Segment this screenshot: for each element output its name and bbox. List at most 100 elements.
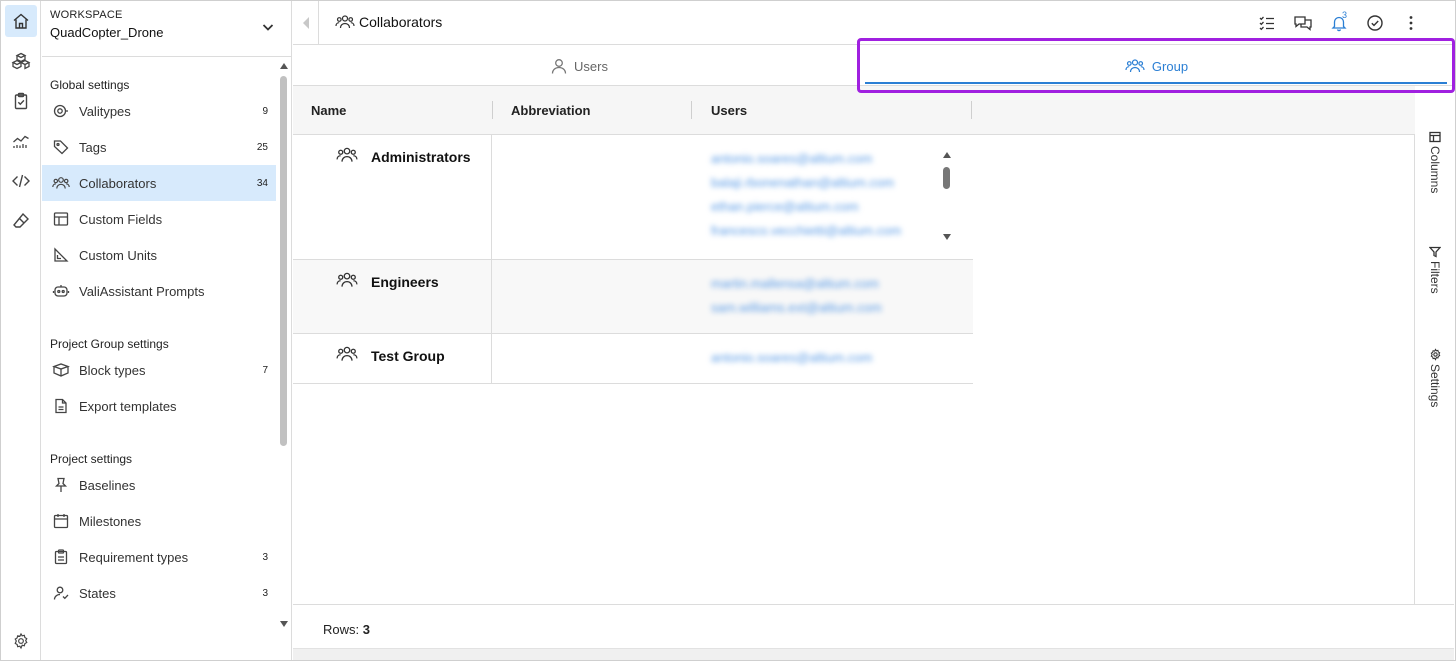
column-header-abbreviation[interactable]: Abbreviation — [511, 86, 590, 135]
grid-side-panel: Columns Filters Settings — [1416, 86, 1454, 604]
analytics-icon[interactable] — [5, 125, 37, 157]
workspace-selector[interactable]: WORKSPACE QuadCopter_Drone — [42, 1, 291, 57]
filter-icon — [1429, 246, 1441, 258]
sidebar-item-label: Block types — [79, 362, 146, 378]
sidebar-item-milestones[interactable]: Milestones — [42, 503, 276, 539]
user-email: sam.williams.ext@altium.com — [711, 300, 882, 315]
block-types-icon — [51, 360, 71, 380]
gear-icon — [1430, 348, 1440, 361]
export-template-icon — [51, 396, 71, 416]
sidebar-item-export-templates[interactable]: Export templates — [42, 388, 276, 424]
sidebar-item-count: 9 — [262, 105, 268, 117]
cell-users: antonio.soares@altium.com balaji.rbonena… — [711, 149, 901, 245]
scroll-down-icon[interactable] — [942, 233, 952, 241]
code-icon[interactable] — [5, 165, 37, 197]
chevron-down-icon[interactable] — [260, 19, 276, 35]
check-circle-icon[interactable] — [1357, 12, 1393, 34]
group-name: Test Group — [371, 348, 445, 364]
scroll-down-icon[interactable] — [279, 620, 289, 628]
side-tab-filters-label: Filters — [1428, 261, 1442, 294]
sidebar-item-block-types[interactable]: Block types 7 — [42, 352, 276, 388]
cell-scrollbar[interactable] — [940, 149, 954, 247]
tab-users[interactable]: Users — [293, 46, 865, 86]
column-header-name[interactable]: Name — [311, 86, 346, 135]
column-resize-handle[interactable] — [691, 101, 692, 119]
sidebar-item-states[interactable]: States 3 — [42, 575, 276, 611]
tab-group-label: Group — [1151, 58, 1189, 74]
cell-name: Administrators — [293, 135, 492, 259]
row-count-value: 3 — [362, 622, 370, 637]
sidebar-item-valitypes[interactable]: Valitypes 9 — [42, 93, 276, 129]
scroll-up-icon[interactable] — [942, 151, 952, 159]
table-header: Name Abbreviation Users — [293, 86, 1415, 135]
notification-count: 3 — [1342, 10, 1348, 20]
checklist-icon[interactable] — [1249, 12, 1285, 34]
section-global-settings: Global settings — [50, 78, 130, 92]
workspace-name: QuadCopter_Drone — [50, 25, 164, 40]
scrollbar-thumb[interactable] — [280, 76, 287, 446]
column-resize-handle[interactable] — [971, 101, 972, 119]
sidebar-item-collaborators[interactable]: Collaborators 34 — [42, 165, 276, 201]
column-resize-handle[interactable] — [492, 101, 493, 119]
user-email: martin.mallensa@altium.com — [711, 276, 879, 291]
top-bar: Collaborators 3 — [293, 1, 1454, 45]
user-email: balaji.rbonenathan@altium.com — [711, 175, 895, 190]
toolbar-icons: 3 — [1249, 10, 1429, 34]
horizontal-scrollbar[interactable] — [293, 648, 1454, 660]
comments-icon[interactable] — [1285, 12, 1321, 34]
side-tab-settings[interactable]: Settings — [1416, 348, 1454, 407]
gear-icon[interactable] — [5, 625, 37, 657]
table-footer: Rows: 3 — [293, 604, 1454, 648]
sidebar-item-count: 3 — [262, 551, 268, 563]
blocks-icon[interactable] — [5, 45, 37, 77]
groups-table: Name Abbreviation Users Administrators a… — [293, 86, 1415, 604]
sidebar-item-custom-units[interactable]: Custom Units — [42, 237, 276, 273]
pin-icon — [51, 475, 71, 495]
sidebar-item-requirement-types[interactable]: Requirement types 3 — [42, 539, 276, 575]
group-icon — [336, 145, 358, 165]
settings-nav: Global settings Valitypes 9 Tags 25 Coll… — [42, 58, 276, 660]
sidebar-item-label: Custom Fields — [79, 211, 163, 227]
sidebar-item-count: 7 — [262, 364, 268, 376]
sidebar-item-label: Requirement types — [79, 549, 189, 565]
sidebar-item-label: Custom Units — [79, 247, 158, 263]
sidebar-scrollbar[interactable] — [278, 58, 290, 660]
row-count-label: Rows: — [323, 622, 360, 637]
user-email: antonio.soares@altium.com — [711, 151, 873, 166]
table-row[interactable]: Administrators antonio.soares@altium.com… — [293, 135, 973, 260]
section-project-settings: Project settings — [50, 452, 133, 466]
clipboard-check-icon[interactable] — [5, 85, 37, 117]
view-tabs: Users Group — [293, 46, 1454, 86]
cell-users: antonio.soares@altium.com — [711, 348, 872, 372]
custom-units-icon — [51, 245, 71, 265]
eraser-icon[interactable] — [5, 205, 37, 237]
notifications-bell-icon[interactable]: 3 — [1321, 10, 1357, 34]
collapse-sidebar-button[interactable] — [293, 1, 319, 45]
settings-sidebar: WORKSPACE QuadCopter_Drone Global settin… — [42, 1, 292, 660]
page-title-text: Collaborators — [359, 14, 443, 30]
custom-fields-icon — [51, 209, 71, 229]
side-tab-columns[interactable]: Columns — [1416, 131, 1454, 193]
side-tab-filters[interactable]: Filters — [1416, 246, 1454, 294]
tab-group[interactable]: Group — [865, 46, 1447, 86]
home-icon[interactable] — [5, 5, 37, 37]
scrollbar-thumb[interactable] — [943, 167, 950, 189]
sidebar-item-label: ValiAssistant Prompts — [79, 283, 205, 299]
sidebar-item-count: 3 — [262, 587, 268, 599]
sidebar-item-tags[interactable]: Tags 25 — [42, 129, 276, 165]
sidebar-item-custom-fields[interactable]: Custom Fields — [42, 201, 276, 237]
scroll-up-icon[interactable] — [279, 62, 289, 70]
sidebar-item-baselines[interactable]: Baselines — [42, 467, 276, 503]
side-tab-columns-label: Columns — [1428, 146, 1442, 194]
column-header-users[interactable]: Users — [711, 86, 747, 135]
table-row[interactable]: Test Group antonio.soares@altium.com — [293, 334, 973, 384]
table-row[interactable]: Engineers martin.mallensa@altium.com sam… — [293, 260, 973, 334]
sidebar-item-valiassistant-prompts[interactable]: ValiAssistant Prompts — [42, 273, 276, 309]
more-vertical-icon[interactable] — [1393, 12, 1429, 34]
columns-icon — [1429, 131, 1441, 143]
sidebar-item-label: Milestones — [79, 513, 142, 529]
group-name: Administrators — [371, 149, 471, 165]
active-tab-indicator — [865, 82, 1447, 84]
cell-name: Engineers — [293, 260, 492, 333]
sidebar-item-label: Collaborators — [79, 175, 157, 191]
